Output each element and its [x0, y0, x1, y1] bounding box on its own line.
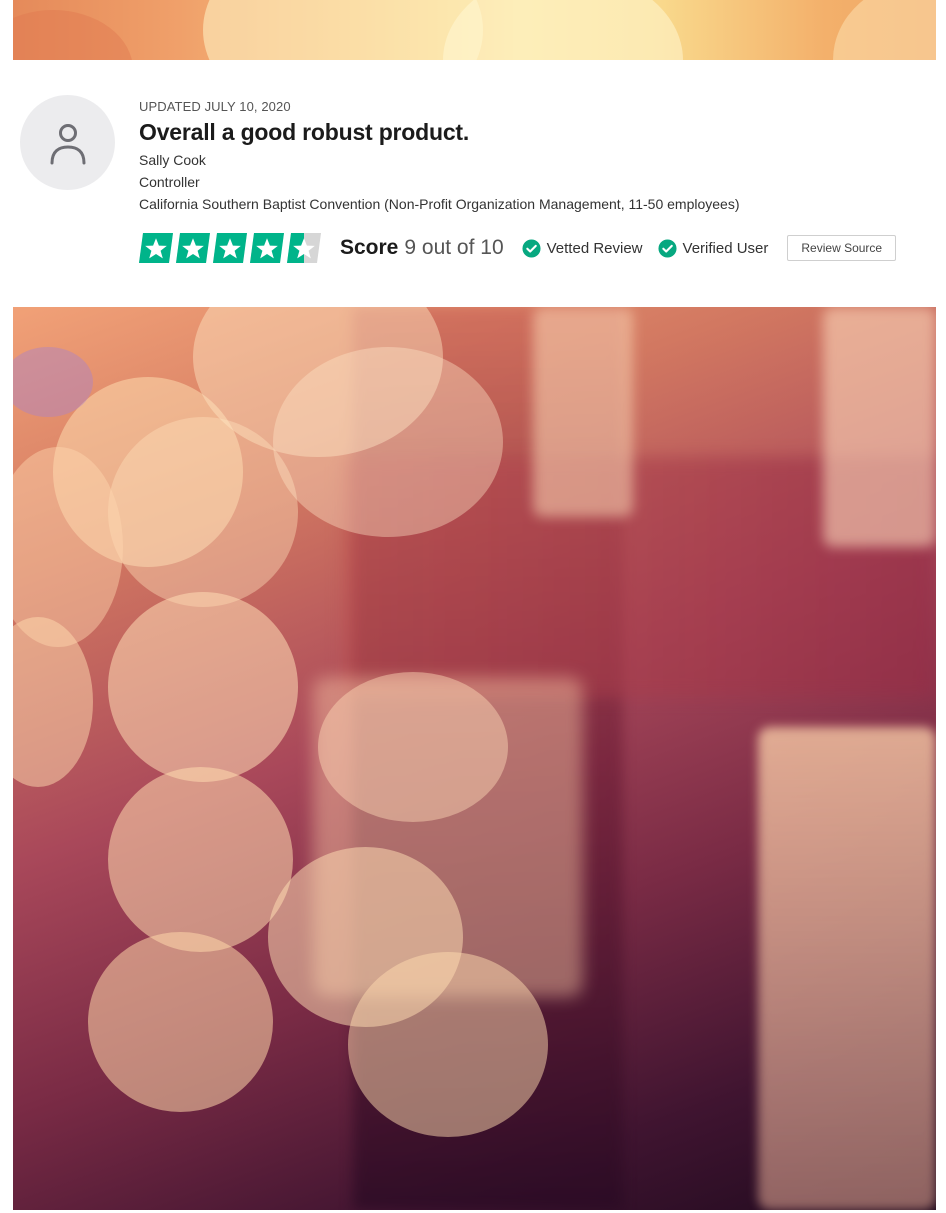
review-title[interactable]: Overall a good robust product. — [139, 117, 929, 147]
verified-user-label: Verified User — [682, 239, 769, 257]
banner-image — [13, 0, 936, 60]
star-icon — [176, 233, 210, 263]
score-label: Score — [340, 236, 399, 259]
star-icon — [287, 233, 321, 263]
star-rating — [139, 233, 325, 263]
review-source-button[interactable]: Review Source — [787, 235, 897, 261]
review-meta: UPDATED JULY 10, 2020 Overall a good rob… — [139, 98, 929, 215]
score-value: 9 out of 10 — [404, 236, 504, 259]
check-circle-icon — [657, 238, 677, 258]
review-image — [13, 307, 936, 1210]
reviewer-company: California Southern Baptist Convention (… — [139, 196, 740, 212]
avatar — [20, 95, 115, 190]
reviewer-name: Sally Cook — [139, 152, 206, 168]
score: Score 9 out of 10 — [340, 236, 504, 260]
vetted-review-label: Vetted Review — [546, 239, 643, 257]
star-icon — [213, 233, 247, 263]
star-icon — [250, 233, 284, 263]
reviewer-role: Controller — [139, 174, 200, 190]
check-circle-icon — [522, 238, 541, 258]
star-icon — [139, 233, 173, 263]
rating-row: Score 9 out of 10 Vetted Review Verified … — [139, 232, 897, 264]
updated-date: UPDATED JULY 10, 2020 — [139, 99, 291, 114]
vetted-review-badge: Vetted Review — [522, 238, 643, 258]
user-icon — [50, 123, 85, 164]
verified-user-badge: Verified User — [657, 238, 769, 258]
